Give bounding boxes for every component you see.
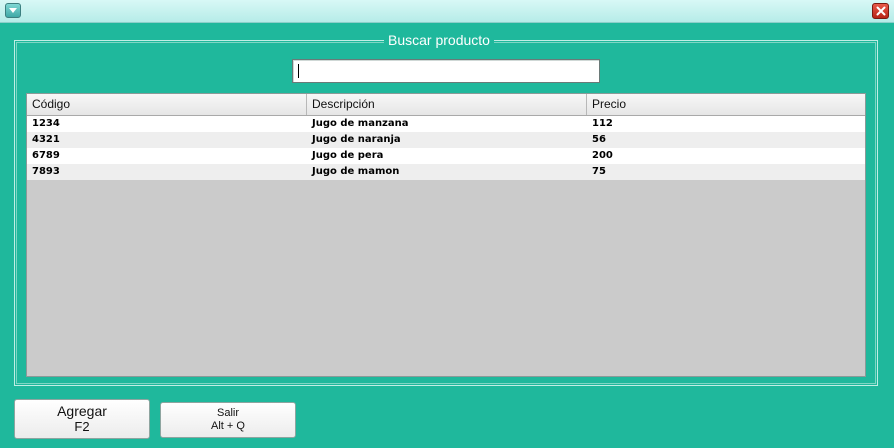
- text-caret: [298, 64, 299, 78]
- close-button[interactable]: [872, 3, 889, 19]
- search-input[interactable]: [301, 62, 591, 80]
- cell-description: Jugo de pera: [312, 150, 384, 161]
- table-row[interactable]: 4321 Jugo de naranja 56: [27, 132, 865, 148]
- cell-code: 4321: [32, 134, 60, 145]
- table-row[interactable]: 1234 Jugo de manzana 112: [27, 116, 865, 132]
- exit-button-label: Salir: [216, 407, 239, 419]
- table-header: Código Descripción Precio: [27, 94, 865, 116]
- cell-price: 56: [592, 134, 606, 145]
- cell-code: 6789: [32, 150, 60, 161]
- cell-description: Jugo de manzana: [312, 118, 409, 129]
- window-menu-button[interactable]: [5, 3, 21, 18]
- cell-description: Jugo de naranja: [312, 134, 401, 145]
- title-bar: [0, 0, 894, 23]
- cell-code: 1234: [32, 118, 60, 129]
- table-row[interactable]: 7893 Jugo de mamon 75: [27, 164, 865, 180]
- panel-title: Buscar producto: [384, 32, 494, 48]
- cell-price: 200: [592, 150, 613, 161]
- table-body: 1234 Jugo de manzana 112 4321 Jugo de na…: [27, 116, 865, 180]
- column-header-code[interactable]: Código: [27, 94, 307, 115]
- add-button[interactable]: Agregar F2: [14, 399, 150, 439]
- cell-price: 75: [592, 166, 606, 177]
- cell-description: Jugo de mamon: [312, 166, 400, 177]
- exit-button[interactable]: Salir Alt + Q: [160, 402, 296, 438]
- add-button-label: Agregar: [57, 403, 107, 419]
- table-row[interactable]: 6789 Jugo de pera 200: [27, 148, 865, 164]
- column-header-description[interactable]: Descripción: [307, 94, 587, 115]
- products-table[interactable]: Código Descripción Precio 1234 Jugo de m…: [26, 93, 866, 377]
- search-field[interactable]: [292, 59, 600, 83]
- cell-code: 7893: [32, 166, 60, 177]
- close-icon: [876, 6, 885, 16]
- cell-price: 112: [592, 118, 613, 129]
- add-button-shortcut: F2: [74, 419, 90, 434]
- exit-button-shortcut: Alt + Q: [211, 420, 245, 432]
- column-header-price[interactable]: Precio: [587, 94, 865, 115]
- chevron-down-icon: [9, 7, 17, 13]
